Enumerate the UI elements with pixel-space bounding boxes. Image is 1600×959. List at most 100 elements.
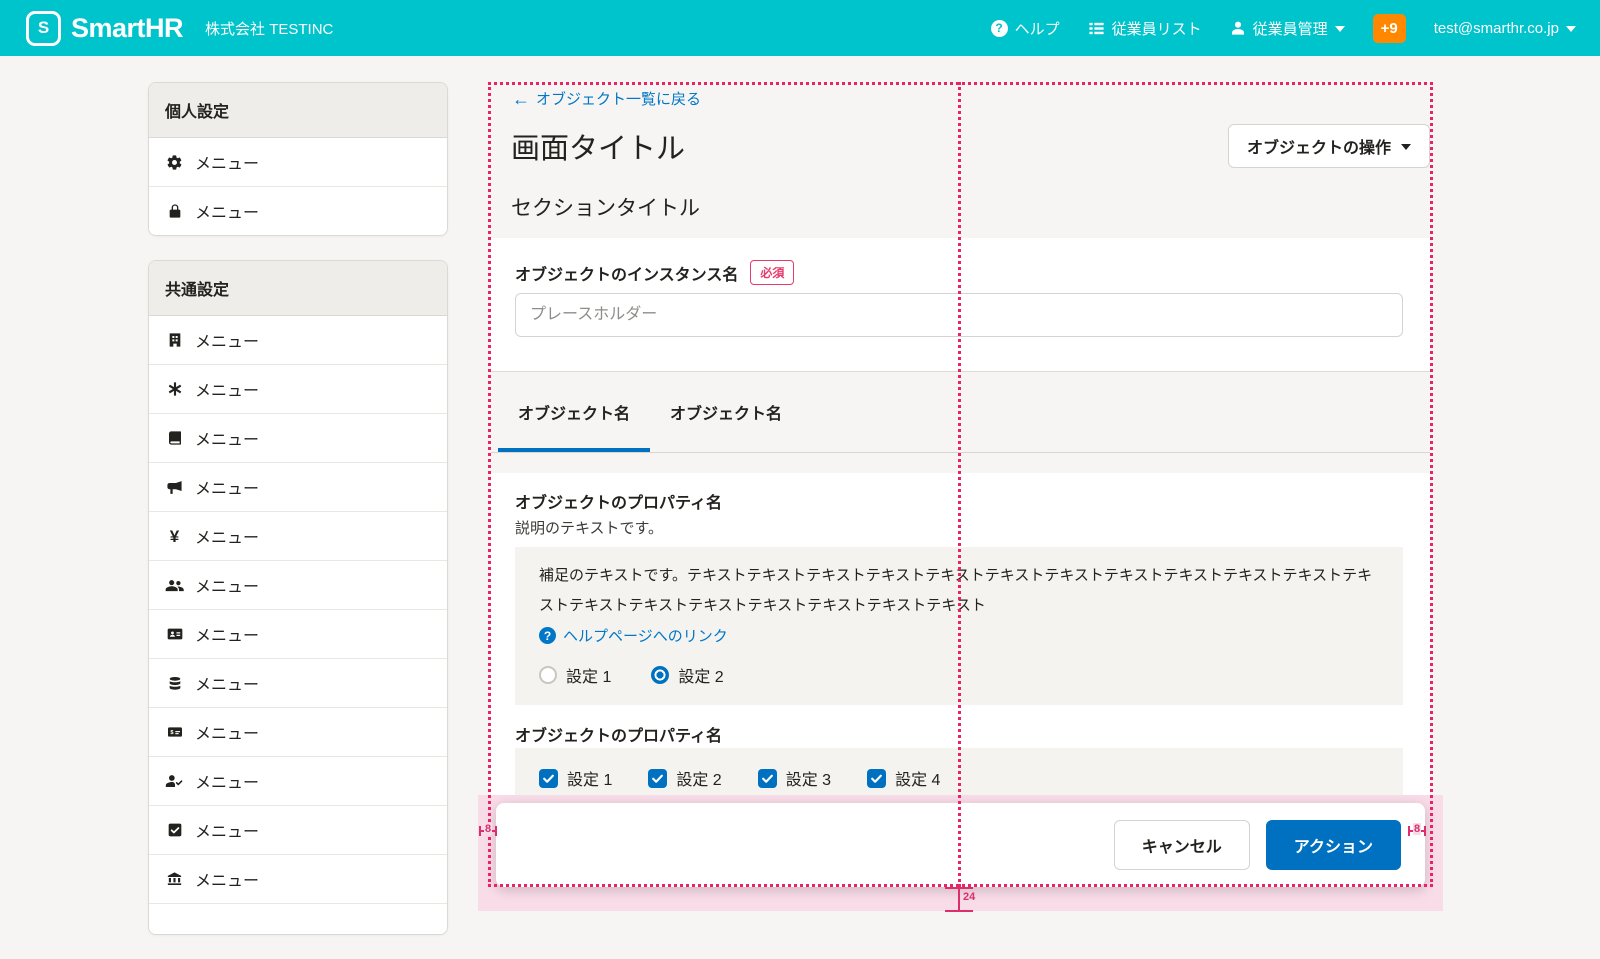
- chevron-down-icon: [1335, 26, 1345, 32]
- tab-object-name-2[interactable]: オブジェクト名: [650, 372, 802, 452]
- sidebar-item-label: メニュー: [195, 867, 259, 891]
- section-title: セクションタイトル: [511, 192, 700, 222]
- sidebar-item-label: メニュー: [195, 328, 259, 352]
- sidebar-item-label: メニュー: [195, 720, 259, 744]
- notification-badge[interactable]: +9: [1373, 14, 1406, 43]
- sidebar-item-menu[interactable]: メニュー: [149, 138, 447, 187]
- help-icon: ?: [991, 20, 1008, 37]
- radio-label: 設定 2: [678, 663, 723, 687]
- sidebar-group-common: 共通設定 メニュー メニュー メニュー メニュー ¥: [148, 260, 448, 935]
- action-footer-bar: キャンセル アクション: [496, 803, 1425, 887]
- list-icon: [1088, 20, 1105, 37]
- instance-name-section: オブジェクトのインスタンス名 必須: [491, 238, 1430, 372]
- person-icon: [1230, 20, 1246, 36]
- tab-label: オブジェクト名: [670, 400, 782, 424]
- checkbox-option-3[interactable]: 設定 3: [758, 766, 831, 790]
- note-text: 補足のテキストです。テキストテキストテキストテキストテキストテキストテキストテキ…: [539, 561, 1379, 621]
- sidebar-item-menu[interactable]: メニュー: [149, 757, 447, 806]
- sidebar-item-menu[interactable]: ¥ メニュー: [149, 512, 447, 561]
- instance-name-input[interactable]: [515, 293, 1403, 337]
- sidebar-item-label: メニュー: [195, 377, 259, 401]
- object-actions-label: オブジェクトの操作: [1247, 134, 1391, 158]
- sidebar-item-menu[interactable]: $ メニュー: [149, 708, 447, 757]
- nav-employee-admin[interactable]: 従業員管理: [1230, 18, 1345, 39]
- back-to-object-list-link[interactable]: ← オブジェクト一覧に戻る: [512, 88, 701, 109]
- back-link-label: オブジェクト一覧に戻る: [536, 88, 701, 109]
- sidebar-item-menu[interactable]: メニュー: [149, 365, 447, 414]
- building-icon: [165, 332, 184, 348]
- check-square-icon: [165, 822, 184, 838]
- action-button[interactable]: アクション: [1266, 820, 1401, 870]
- checkbox-option-2[interactable]: 設定 2: [648, 766, 721, 790]
- sidebar-item-menu[interactable]: メニュー: [149, 187, 447, 235]
- tab-label: オブジェクト名: [518, 400, 630, 424]
- sidebar-group-personal: 個人設定 メニュー メニュー: [148, 82, 448, 236]
- checkbox-checked-icon: [539, 769, 558, 788]
- sidebar-item-menu[interactable]: メニュー: [149, 414, 447, 463]
- checkbox-label: 設定 1: [567, 766, 612, 790]
- checkbox-option-4[interactable]: 設定 4: [867, 766, 940, 790]
- radio-unchecked-icon: [539, 666, 557, 684]
- nav-employee-list[interactable]: 従業員リスト: [1088, 18, 1202, 39]
- money-check-icon: $: [165, 724, 184, 740]
- yen-icon: ¥: [165, 528, 184, 545]
- sidebar-group-title: 個人設定: [149, 83, 447, 138]
- account-menu[interactable]: test@smarthr.co.jp: [1434, 20, 1576, 37]
- bank-icon: [165, 871, 184, 887]
- tab-object-name-1[interactable]: オブジェクト名: [498, 372, 650, 452]
- sidebar-group-title: 共通設定: [149, 261, 447, 316]
- checkbox-label: 設定 2: [676, 766, 721, 790]
- id-card-icon: [165, 626, 184, 642]
- page-title: 画面タイトル: [511, 125, 685, 167]
- nav-employee-list-label: 従業員リスト: [1112, 18, 1202, 39]
- megaphone-icon: [165, 479, 184, 496]
- company-name: 株式会社 TESTINC: [205, 18, 333, 39]
- sidebar-item-menu[interactable]: メニュー: [149, 659, 447, 708]
- sidebar-item-menu[interactable]: メニュー: [149, 561, 447, 610]
- sidebar-item-menu[interactable]: メニュー: [149, 855, 447, 904]
- checkbox-checked-icon: [648, 769, 667, 788]
- chevron-down-icon: [1566, 26, 1576, 32]
- radio-label: 設定 1: [566, 663, 611, 687]
- sidebar-item-menu[interactable]: メニュー: [149, 610, 447, 659]
- sidebar-item-label: メニュー: [195, 769, 259, 793]
- help-icon: ?: [539, 627, 556, 644]
- smarthr-logo[interactable]: S SmartHR: [26, 11, 183, 46]
- sidebar-item-label: メニュー: [195, 524, 259, 548]
- help-page-link[interactable]: ? ヘルプページへのリンク: [539, 625, 1379, 646]
- radio-group: 設定 1 設定 2: [539, 663, 1379, 691]
- sidebar-item-label: メニュー: [195, 622, 259, 646]
- sidebar-item-menu[interactable]: メニュー: [149, 463, 447, 512]
- sidebar-item-label: メニュー: [195, 475, 259, 499]
- checkbox-option-1[interactable]: 設定 1: [539, 766, 612, 790]
- nav-employee-admin-label: 従業員管理: [1253, 18, 1328, 39]
- sidebar-item-menu[interactable]: メニュー: [149, 316, 447, 365]
- nav-help-label: ヘルプ: [1015, 18, 1060, 39]
- app-header: S SmartHR 株式会社 TESTINC ? ヘルプ 従業員リスト 従業員管…: [0, 0, 1600, 56]
- radio-checked-icon: [651, 666, 669, 684]
- sidebar-item-label: メニュー: [195, 199, 259, 223]
- sidebar-item-label: メニュー: [195, 426, 259, 450]
- cancel-button[interactable]: キャンセル: [1114, 820, 1250, 870]
- checkbox-group: 設定 1 設定 2 設定 3 設定 4: [539, 766, 1379, 790]
- property-name-label: オブジェクトのプロパティ名: [515, 489, 722, 513]
- radio-option-2[interactable]: 設定 2: [651, 663, 723, 687]
- required-badge: 必須: [750, 260, 794, 285]
- lock-icon: [165, 203, 184, 219]
- gear-icon: [165, 154, 184, 171]
- sidebar-item-menu[interactable]: メニュー: [149, 806, 447, 855]
- nav-help[interactable]: ? ヘルプ: [991, 18, 1060, 39]
- sidebar-item-label: メニュー: [195, 671, 259, 695]
- checkbox-checked-icon: [758, 769, 777, 788]
- property-name-label: オブジェクトのプロパティ名: [515, 722, 722, 746]
- instance-name-label: オブジェクトのインスタンス名: [515, 261, 738, 285]
- book-icon: [165, 430, 184, 446]
- asterisk-icon: [165, 381, 184, 397]
- checkbox-checked-icon: [867, 769, 886, 788]
- object-actions-dropdown-button[interactable]: オブジェクトの操作: [1228, 124, 1430, 168]
- smarthr-logo-icon: S: [26, 11, 61, 46]
- radio-option-1[interactable]: 設定 1: [539, 663, 611, 687]
- users-icon: [165, 577, 184, 594]
- sidebar-item-label: メニュー: [195, 573, 259, 597]
- help-link-label: ヘルプページへのリンク: [563, 625, 728, 646]
